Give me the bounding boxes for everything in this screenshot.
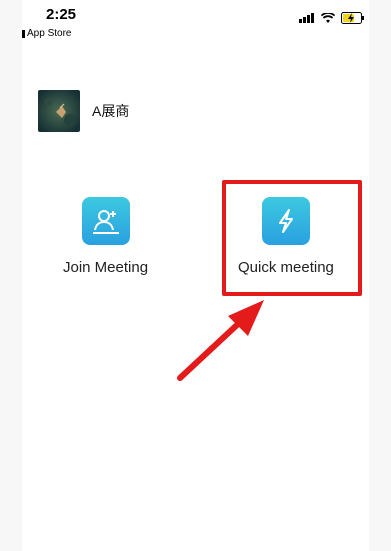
join-meeting-button[interactable]: Join Meeting — [63, 197, 148, 276]
wifi-icon — [321, 12, 335, 23]
battery-charging-icon — [341, 12, 364, 24]
back-to-app-link[interactable]: App Store — [22, 28, 71, 39]
status-time: 2:25 — [46, 6, 77, 23]
status-bar: 2:25 App Store — [22, 0, 369, 44]
signal-icon — [299, 13, 314, 23]
highlight-box — [222, 180, 362, 296]
back-app-label: App Store — [27, 28, 72, 39]
avatar — [38, 90, 80, 132]
back-caret-icon — [22, 29, 25, 38]
join-meeting-icon — [81, 197, 130, 245]
join-meeting-label: Join Meeting — [63, 259, 149, 276]
pointer-arrow-icon — [177, 300, 264, 381]
user-profile-row[interactable]: A展商 — [38, 90, 129, 132]
user-name: A展商 — [92, 103, 130, 119]
left-edge — [0, 0, 22, 551]
app-screen: 2:25 App Store A展商 Join Meeting Quick me… — [22, 0, 369, 551]
status-icons — [299, 12, 365, 24]
right-edge — [369, 0, 391, 551]
